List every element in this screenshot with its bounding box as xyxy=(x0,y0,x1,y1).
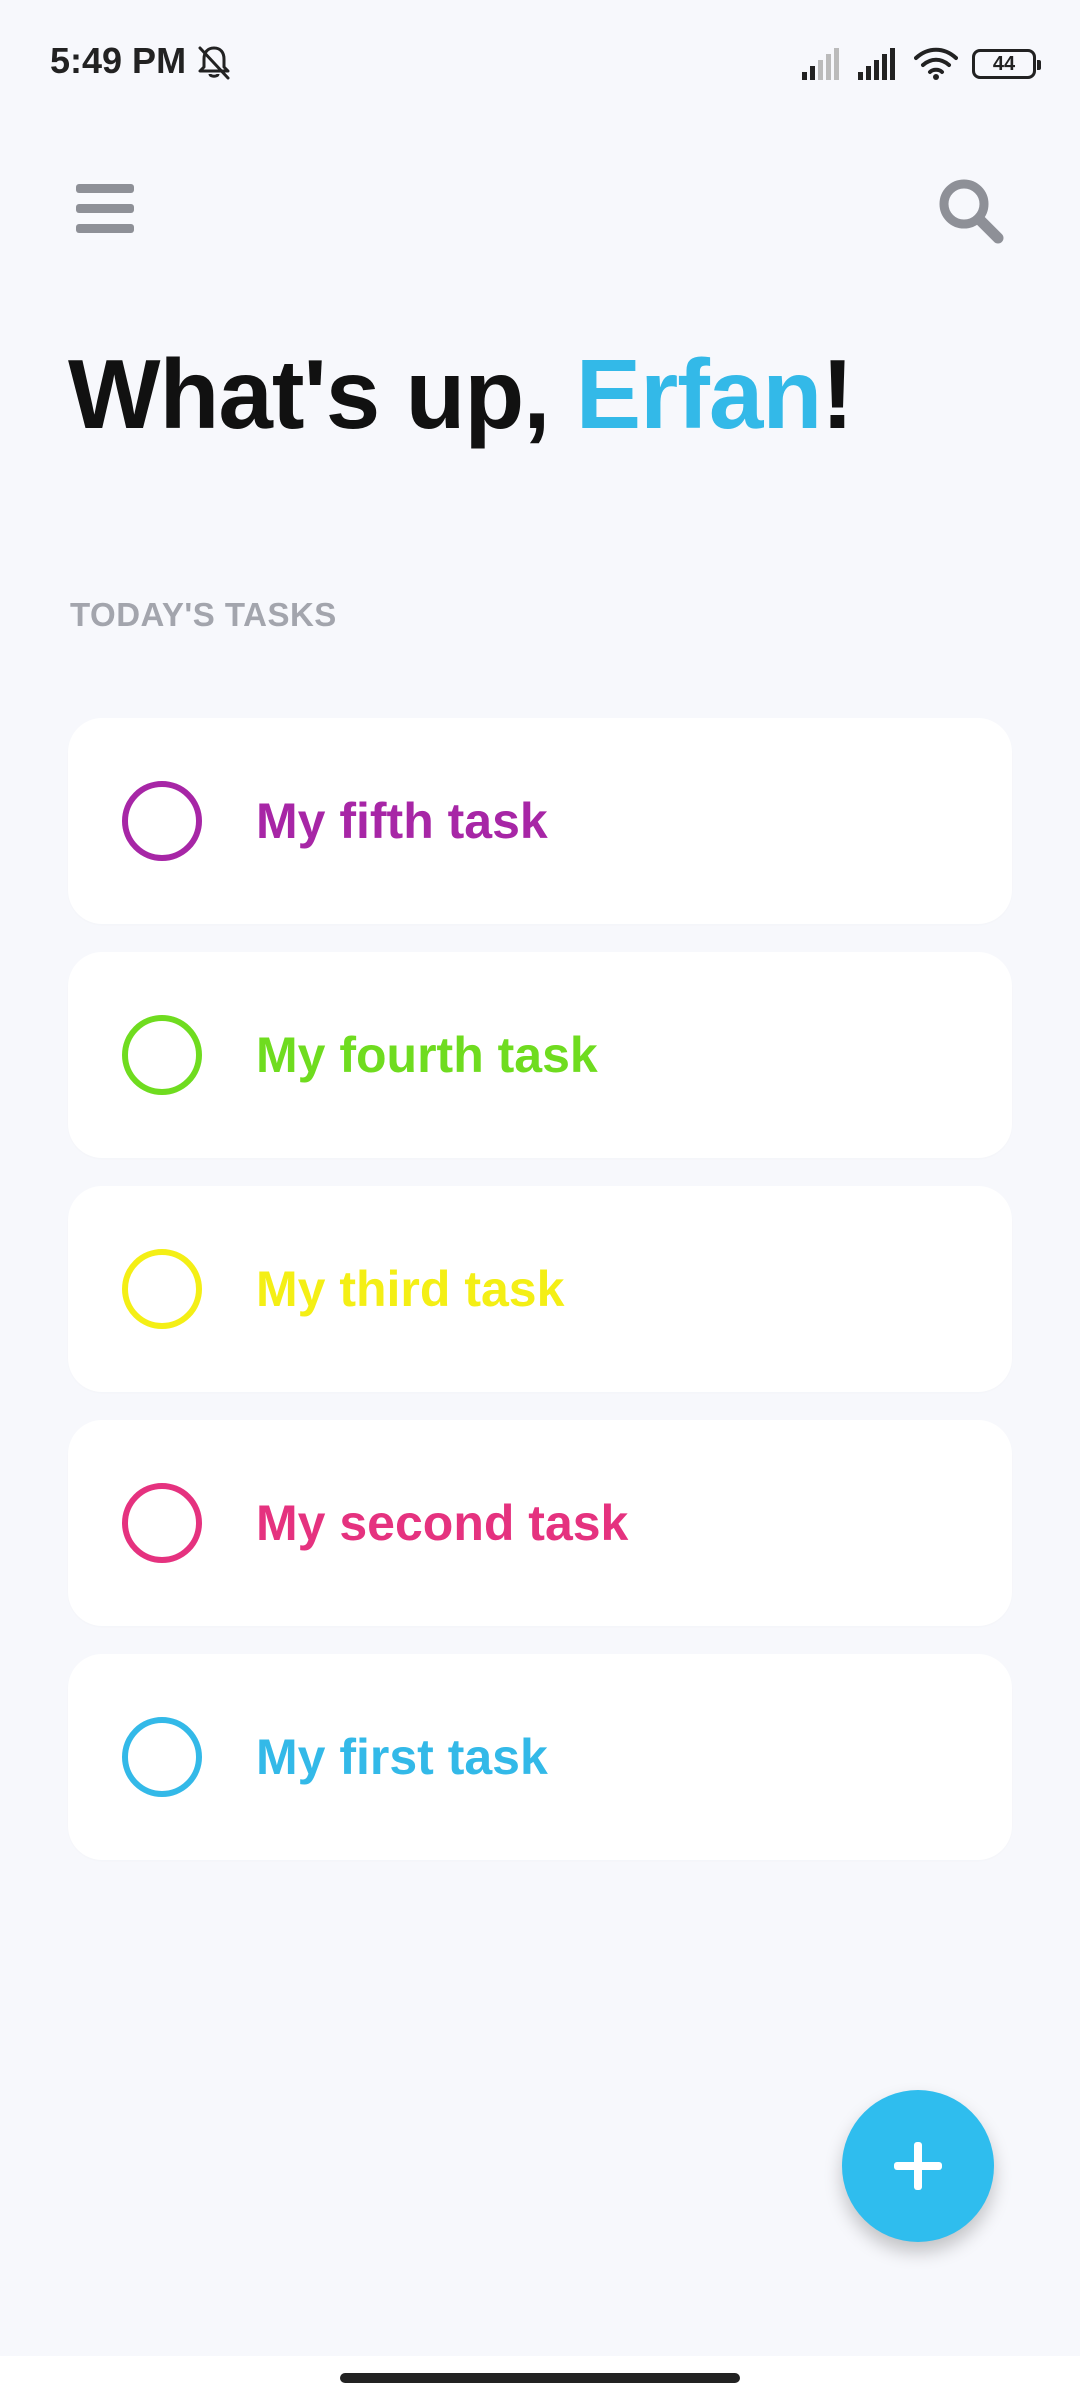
greeting-prefix: What's up, xyxy=(68,339,576,449)
status-bar: 5:49 PM 44 xyxy=(0,0,1080,130)
task-item[interactable]: My first task xyxy=(68,1654,1012,1860)
plus-icon xyxy=(894,2142,942,2190)
task-checkbox[interactable] xyxy=(122,1483,202,1563)
task-checkbox[interactable] xyxy=(122,1015,202,1095)
task-checkbox[interactable] xyxy=(122,1717,202,1797)
menu-icon[interactable] xyxy=(72,180,142,240)
greeting-suffix: ! xyxy=(821,339,854,449)
battery-icon: 44 xyxy=(972,49,1041,79)
task-title: My fifth task xyxy=(256,793,548,849)
home-indicator[interactable] xyxy=(340,2373,740,2383)
task-item[interactable]: My second task xyxy=(68,1420,1012,1626)
status-time: 5:49 PM xyxy=(50,40,187,81)
greeting-title: What's up, Erfan! xyxy=(68,338,854,451)
task-list: My fifth task My fourth task My third ta… xyxy=(68,718,1012,1888)
task-title: My fourth task xyxy=(256,1027,598,1083)
add-task-button[interactable] xyxy=(842,2090,994,2242)
signal-strong-icon xyxy=(858,48,895,80)
task-title: My first task xyxy=(256,1729,548,1785)
task-title: My second task xyxy=(256,1495,629,1551)
task-title: My third task xyxy=(256,1261,565,1317)
section-label-todays-tasks: TODAY'S TASKS xyxy=(70,596,337,633)
wifi-icon xyxy=(914,47,958,80)
task-item[interactable]: My fourth task xyxy=(68,952,1012,1158)
task-item[interactable]: My third task xyxy=(68,1186,1012,1392)
task-checkbox[interactable] xyxy=(122,781,202,861)
task-item[interactable]: My fifth task xyxy=(68,718,1012,924)
bell-off-icon xyxy=(198,46,230,80)
status-icons: 44 xyxy=(802,44,1041,84)
greeting-name: Erfan xyxy=(575,339,823,449)
signal-weak-icon xyxy=(802,48,839,80)
task-checkbox[interactable] xyxy=(122,1249,202,1329)
search-icon[interactable] xyxy=(936,176,1006,246)
